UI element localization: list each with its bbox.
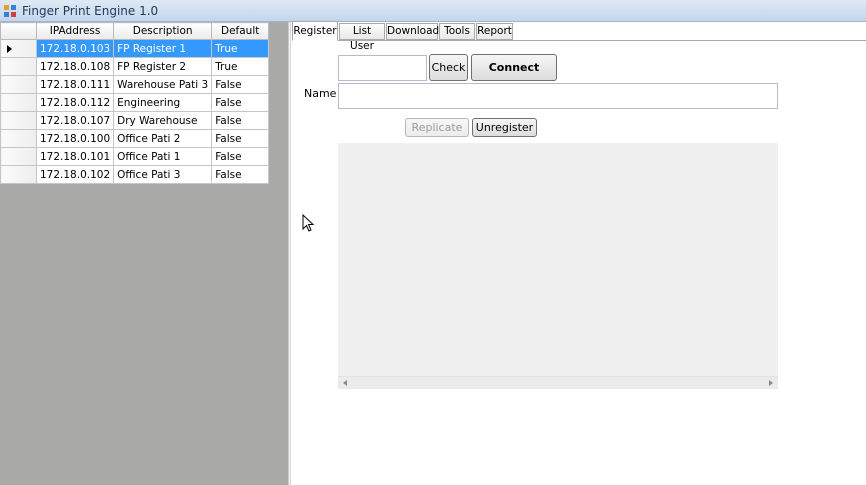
cell-ipaddress[interactable]: 172.18.0.100	[35, 129, 115, 148]
table-row[interactable]: 172.18.0.103 FP Register 1 True	[0, 39, 270, 58]
cell-default[interactable]: False	[211, 129, 270, 148]
row-header[interactable]	[0, 129, 37, 148]
title-bar: Finger Print Engine 1.0	[0, 0, 866, 22]
cell-description[interactable]: Engineering	[113, 93, 213, 112]
cell-default[interactable]: True	[211, 39, 270, 58]
device-list-panel: IPAddress Description Default 172.18.0.1…	[0, 22, 288, 485]
cell-default[interactable]: False	[211, 75, 270, 94]
tab-list-user[interactable]: List User	[339, 23, 385, 52]
cell-default[interactable]: True	[211, 57, 270, 76]
tab-tools[interactable]: Tools	[439, 23, 475, 40]
cell-description[interactable]: Dry Warehouse	[113, 111, 213, 130]
connect-button[interactable]: Connect	[471, 54, 557, 81]
cell-description[interactable]: FP Register 1	[113, 39, 213, 58]
cell-default[interactable]: False	[211, 165, 270, 184]
grid-header-row: IPAddress Description Default	[0, 22, 270, 40]
tab-report[interactable]: Report	[476, 23, 513, 40]
column-header-default[interactable]: Default	[211, 22, 270, 40]
device-grid[interactable]: IPAddress Description Default 172.18.0.1…	[0, 22, 270, 184]
tab-download[interactable]: Download	[386, 23, 439, 40]
app-icon	[4, 5, 16, 17]
panel-splitter[interactable]	[288, 22, 291, 485]
column-header-description[interactable]: Description	[113, 22, 213, 40]
cell-description[interactable]: Office Pati 2	[113, 129, 213, 148]
unregister-button[interactable]: Unregister	[472, 118, 537, 137]
row-header[interactable]	[0, 75, 37, 94]
grid-body: 172.18.0.103 FP Register 1 True 172.18.0.10…	[0, 39, 270, 184]
cell-default[interactable]: False	[211, 147, 270, 166]
window-title: Finger Print Engine 1.0	[22, 4, 159, 18]
cell-ipaddress[interactable]: 172.18.0.101	[35, 147, 115, 166]
cell-ipaddress[interactable]: 172.18.0.102	[35, 165, 115, 184]
cell-default[interactable]: False	[211, 93, 270, 112]
cell-description[interactable]: FP Register 2	[113, 57, 213, 76]
table-row[interactable]: 172.18.0.100 Office Pati 2 False	[0, 129, 270, 148]
table-row[interactable]: 172.18.0.102 Office Pati 3 False	[0, 165, 270, 184]
row-header[interactable]	[0, 111, 37, 130]
cell-ipaddress[interactable]: 172.18.0.111	[35, 75, 115, 94]
cell-ipaddress[interactable]: 172.18.0.103	[35, 39, 115, 58]
table-row[interactable]: 172.18.0.101 Office Pati 1 False	[0, 147, 270, 166]
table-row[interactable]: 172.18.0.111 Warehouse Pati 3 False	[0, 75, 270, 94]
scroll-right-icon[interactable]	[769, 380, 773, 386]
device-id-input[interactable]	[338, 55, 427, 81]
row-header[interactable]	[0, 93, 37, 112]
current-row-arrow-icon	[7, 45, 12, 53]
table-row[interactable]: 172.18.0.107 Dry Warehouse False	[0, 111, 270, 130]
name-input[interactable]	[338, 83, 778, 109]
row-header[interactable]	[0, 57, 37, 76]
cell-description[interactable]: Warehouse Pati 3	[113, 75, 213, 94]
name-label: Name	[304, 87, 337, 100]
tab-register[interactable]: Register	[292, 21, 338, 41]
check-button[interactable]: Check	[429, 54, 468, 81]
row-header[interactable]	[0, 147, 37, 166]
fingerprint-display-area	[338, 143, 778, 389]
cell-ipaddress[interactable]: 172.18.0.107	[35, 111, 115, 130]
cell-description[interactable]: Office Pati 1	[113, 147, 213, 166]
cell-ipaddress[interactable]: 172.18.0.112	[35, 93, 115, 112]
cell-description[interactable]: Office Pati 3	[113, 165, 213, 184]
mouse-cursor-icon	[302, 214, 314, 232]
column-header-ipaddress[interactable]: IPAddress	[35, 22, 115, 40]
horizontal-scrollbar[interactable]	[338, 376, 778, 389]
table-row[interactable]: 172.18.0.112 Engineering False	[0, 93, 270, 112]
scroll-left-icon[interactable]	[343, 380, 347, 386]
row-header[interactable]	[0, 165, 37, 184]
replicate-button[interactable]: Replicate	[405, 118, 469, 137]
grid-corner-header[interactable]	[0, 22, 37, 40]
row-header[interactable]	[0, 39, 37, 58]
cell-ipaddress[interactable]: 172.18.0.108	[35, 57, 115, 76]
app-window: Finger Print Engine 1.0 IPAddress Descri…	[0, 0, 866, 485]
cell-default[interactable]: False	[211, 111, 270, 130]
table-row[interactable]: 172.18.0.108 FP Register 2 True	[0, 57, 270, 76]
